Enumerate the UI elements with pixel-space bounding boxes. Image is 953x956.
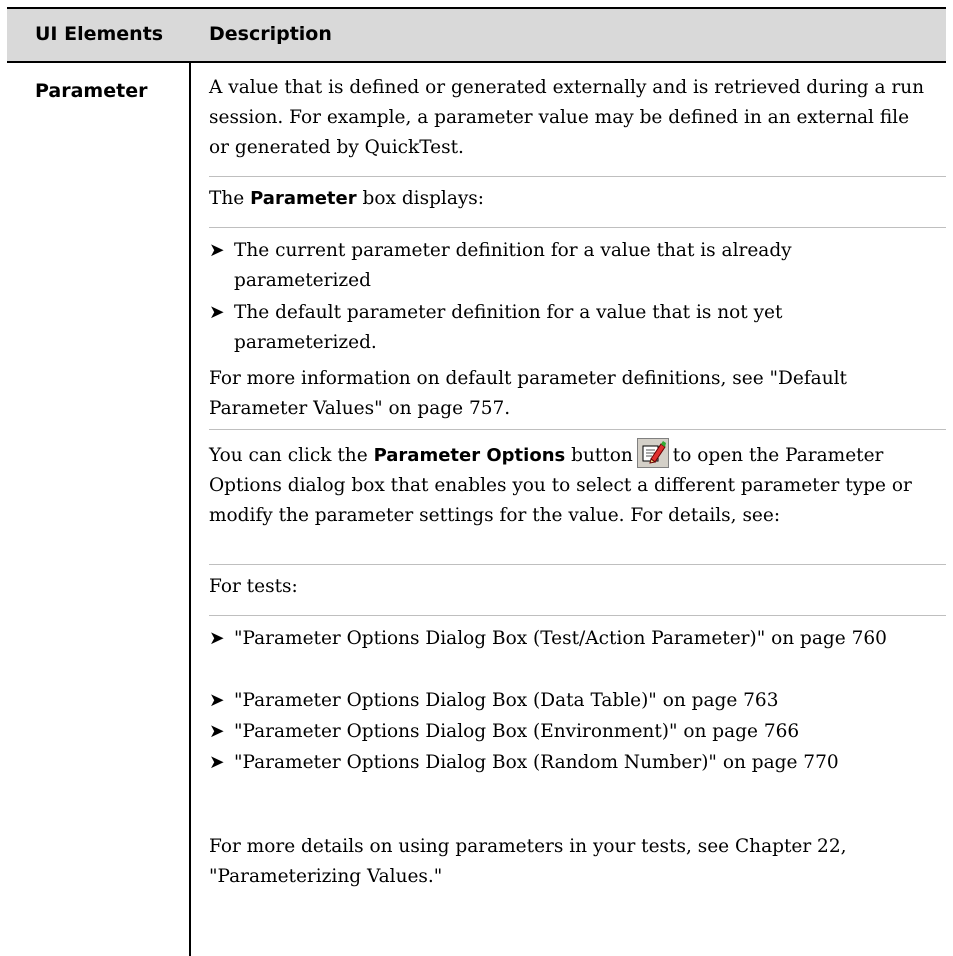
intro-paragraph: A value that is defined or generated ext…	[209, 77, 925, 158]
column-divider	[189, 61, 191, 956]
list-item: ➤ "Parameter Options Dialog Box (Environ…	[209, 717, 909, 747]
list-item: ➤ "Parameter Options Dialog Box (Data Ta…	[209, 686, 909, 716]
box-suffix: box displays:	[356, 188, 485, 209]
separator	[209, 564, 946, 565]
box-bold: Parameter	[250, 188, 357, 209]
separator	[209, 176, 946, 177]
bullet-arrow-icon: ➤	[209, 240, 225, 261]
options-bold: Parameter Options	[373, 445, 566, 466]
list-item: ➤ The current parameter definition for a…	[209, 236, 909, 296]
document-page: UI Elements Description Parameter A valu…	[0, 0, 953, 956]
list-item-text: "Parameter Options Dialog Box (Environme…	[234, 721, 800, 742]
options-paragraph: You can click the Parameter Options butt…	[209, 438, 929, 531]
list-item: ➤ The default parameter definition for a…	[209, 298, 909, 358]
bullet-arrow-icon: ➤	[209, 721, 225, 742]
bullet-arrow-icon: ➤	[209, 628, 225, 649]
box-prefix: The	[209, 188, 251, 209]
more-info-paragraph: For more information on default paramete…	[209, 368, 847, 419]
list-item-text: "Parameter Options Dialog Box (Data Tabl…	[234, 690, 779, 711]
bullet-arrow-icon: ➤	[209, 752, 225, 773]
header-description: Description	[209, 23, 332, 45]
separator	[209, 429, 946, 430]
header-bottom-border	[7, 61, 946, 63]
separator	[209, 227, 946, 228]
options-mid: button	[565, 445, 633, 466]
list-item-text: "Parameter Options Dialog Box (Test/Acti…	[234, 628, 887, 649]
list-item: ➤ "Parameter Options Dialog Box (Test/Ac…	[209, 624, 909, 654]
bullet-arrow-icon: ➤	[209, 690, 225, 711]
list-item-text: The default parameter definition for a v…	[234, 302, 783, 353]
list-item-text: The current parameter definition for a v…	[234, 240, 792, 291]
bullet-arrow-icon: ➤	[209, 302, 225, 323]
table-top-border	[7, 7, 946, 9]
separator	[209, 615, 946, 616]
parameter-options-icon	[636, 438, 669, 468]
row-label-parameter: Parameter	[35, 80, 148, 102]
list-item: ➤ "Parameter Options Dialog Box (Random …	[209, 748, 909, 778]
header-ui-elements: UI Elements	[35, 23, 164, 45]
more-details-paragraph: For more details on using parameters in …	[209, 836, 847, 887]
options-prefix: You can click the	[209, 445, 374, 466]
list-item-text: "Parameter Options Dialog Box (Random Nu…	[234, 752, 839, 773]
box-displays-line: The Parameter box displays:	[209, 184, 929, 214]
for-tests-label: For tests:	[209, 576, 298, 597]
